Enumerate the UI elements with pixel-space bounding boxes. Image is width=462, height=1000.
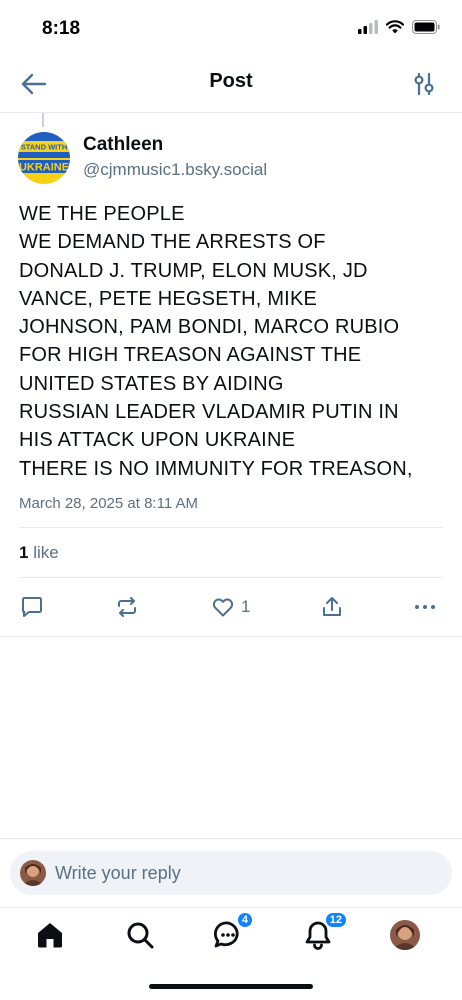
post-text-line: HIS ATTACK UPON UKRAINE xyxy=(19,429,296,452)
post-text-line: VANCE, PETE HEGSETH, MIKE xyxy=(19,287,318,310)
status-icons xyxy=(358,20,440,34)
avatar-text-bottom: UKRAINE xyxy=(19,162,69,174)
likes-summary[interactable]: 1 like xyxy=(19,543,59,563)
reply-input[interactable]: Write your reply xyxy=(10,851,452,895)
notifications-badge: 12 xyxy=(323,911,348,929)
battery-icon xyxy=(412,20,440,34)
current-user-avatar xyxy=(20,860,46,886)
post-text-line: RUSSIAN LEADER VLADAMIR PUTIN IN xyxy=(19,401,399,424)
divider xyxy=(19,577,443,578)
more-horizontal-icon xyxy=(415,605,435,609)
nav-profile[interactable] xyxy=(385,915,425,955)
post-text-line: DONALD J. TRUMP, ELON MUSK, JD xyxy=(19,259,368,282)
nav-home[interactable] xyxy=(30,915,70,955)
repost-icon xyxy=(118,597,136,617)
post-text: WE THE PEOPLE WE DEMAND THE ARRESTS OF D… xyxy=(19,200,449,483)
share-icon xyxy=(323,597,341,616)
post-header: Post xyxy=(0,52,462,113)
likes-count: 1 xyxy=(19,543,29,562)
page-title: Post xyxy=(209,70,253,92)
post-text-line: FOR HIGH TREASON AGAINST THE xyxy=(19,344,362,367)
thread-settings-button[interactable] xyxy=(408,68,440,100)
post-text-line: WE DEMAND THE ARRESTS OF xyxy=(19,231,326,254)
search-icon xyxy=(127,922,154,949)
sliders-icon xyxy=(414,72,434,96)
repost-button[interactable] xyxy=(115,592,139,622)
likes-label: like xyxy=(33,543,59,562)
reply-placeholder: Write your reply xyxy=(55,863,181,883)
nav-search[interactable] xyxy=(120,915,160,955)
author-name[interactable]: Cathleen xyxy=(83,134,163,156)
like-count: 1 xyxy=(241,597,251,616)
thread-connector-line xyxy=(42,113,44,127)
like-button[interactable]: 1 xyxy=(211,592,250,622)
home-icon xyxy=(38,923,62,948)
comment-icon xyxy=(22,597,42,617)
profile-avatar xyxy=(390,920,420,950)
post-text-line: UNITED STATES BY AIDING xyxy=(19,372,284,395)
avatar-text-top: STAND WITH xyxy=(21,143,68,152)
messages-badge: 4 xyxy=(235,911,254,929)
heart-icon xyxy=(212,598,234,617)
post-timestamp: March 28, 2025 at 8:11 AM xyxy=(19,495,198,512)
author-handle[interactable]: @cjmmusic1.bsky.social xyxy=(83,160,267,180)
author-avatar[interactable]: STAND WITH UKRAINE xyxy=(18,132,70,184)
status-time: 8:18 xyxy=(42,18,81,39)
post-text-line: JOHNSON, PAM BONDI, MARCO RUBIO xyxy=(19,316,400,339)
share-button[interactable] xyxy=(320,592,344,622)
home-indicator xyxy=(149,984,313,989)
more-options-button[interactable] xyxy=(413,592,437,622)
divider xyxy=(0,636,462,637)
nav-messages[interactable]: 4 xyxy=(208,911,254,955)
reply-button[interactable] xyxy=(20,592,44,622)
cellular-signal-icon xyxy=(358,20,378,34)
wifi-icon xyxy=(386,20,404,34)
reply-bar: Write your reply xyxy=(0,838,462,908)
divider xyxy=(19,527,443,528)
nav-notifications[interactable]: 12 xyxy=(298,911,348,955)
post-text-line: THERE IS NO IMMUNITY FOR TREASON, xyxy=(19,457,413,480)
post-text-line: WE THE PEOPLE xyxy=(19,203,185,225)
